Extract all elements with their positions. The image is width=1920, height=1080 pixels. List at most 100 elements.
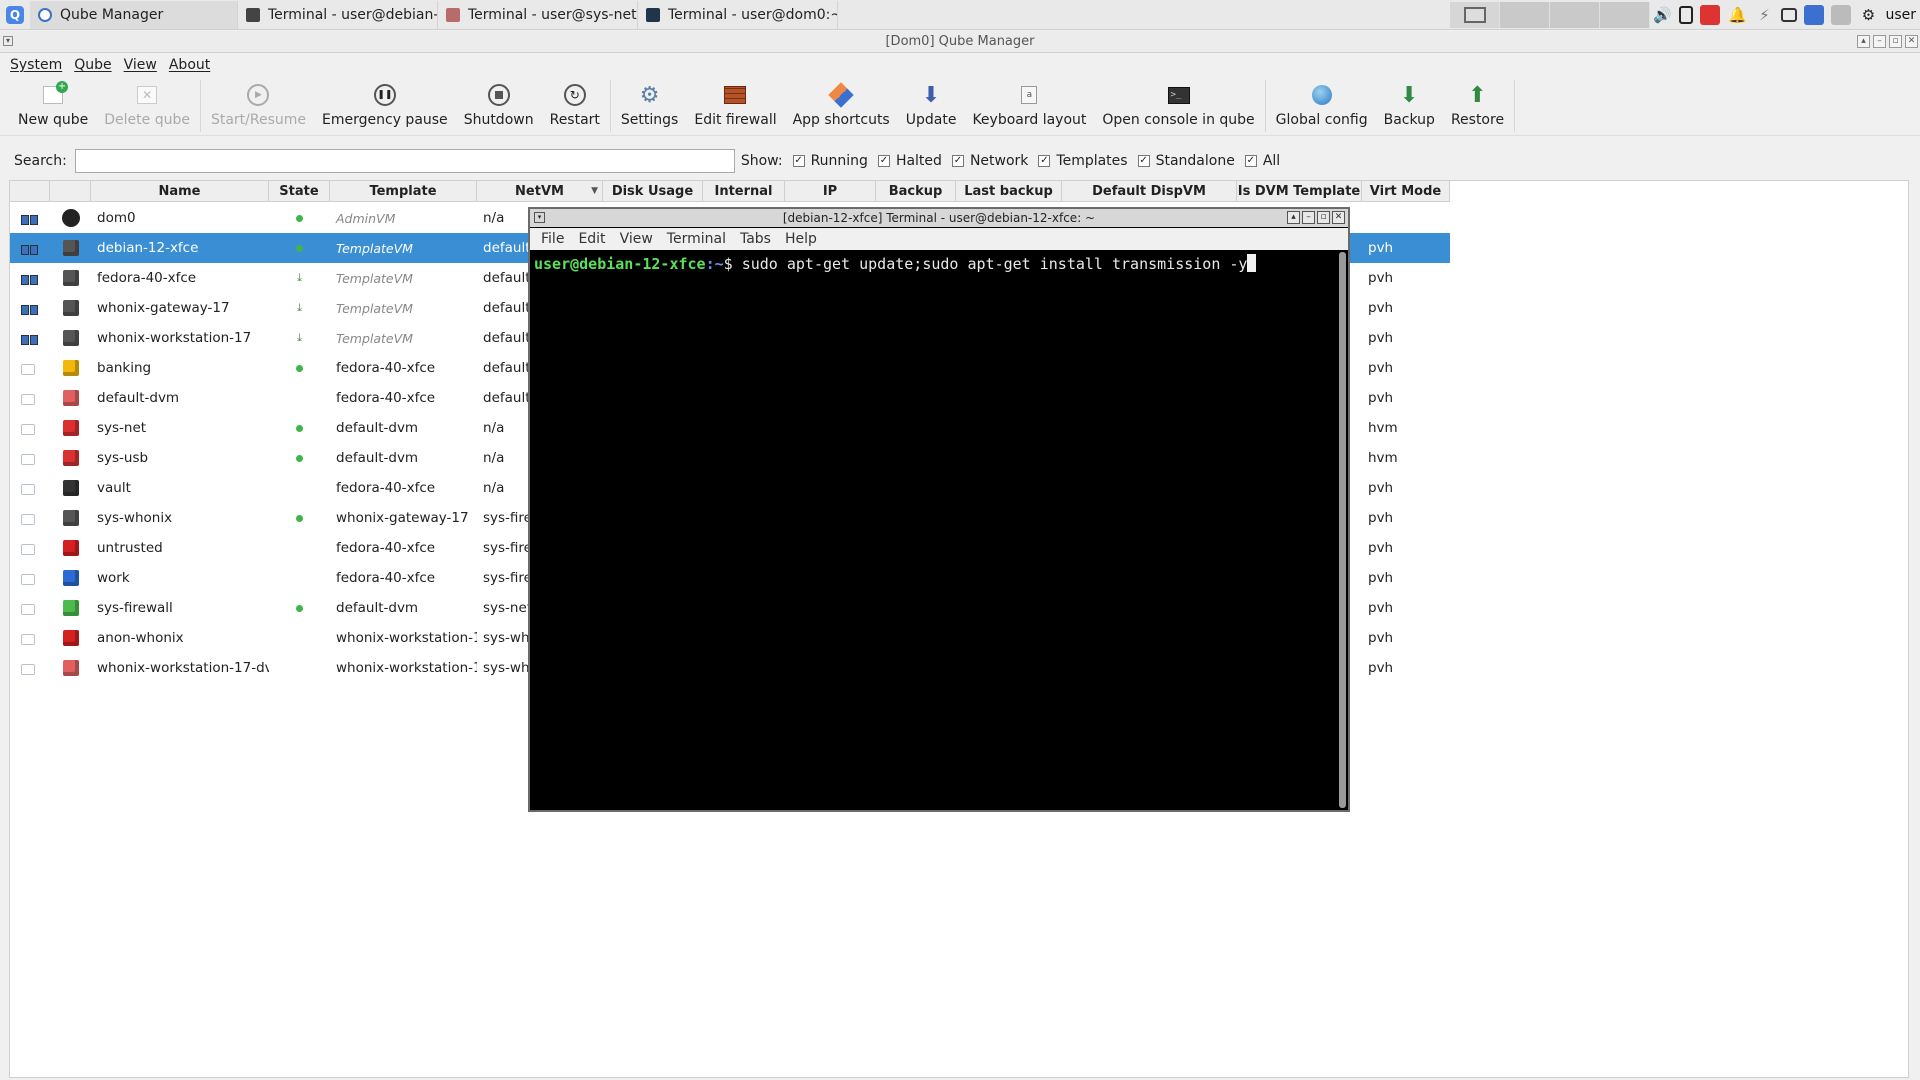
shade-button[interactable]: ▴ <box>1857 35 1870 48</box>
edit-firewall-button[interactable]: Edit firewall <box>686 78 784 134</box>
label-cell <box>50 293 91 323</box>
close-button[interactable]: ✕ <box>1905 35 1918 48</box>
column-header-netvm[interactable]: NetVM ▼ <box>477 181 603 202</box>
maximize-button[interactable]: ▫ <box>1317 211 1330 224</box>
sort-arrow-icon: ▼ <box>591 186 598 196</box>
menu-view[interactable]: View <box>118 57 163 73</box>
window-menu-button[interactable]: ▾ <box>534 212 545 223</box>
checkbox-checked: ✓ <box>1244 155 1257 167</box>
template-type-icon <box>21 331 39 345</box>
taskbar-item-qube-manager[interactable]: Qube Manager <box>30 0 238 29</box>
menu-system[interactable]: System <box>4 57 68 73</box>
terminal-window[interactable]: ▾ [debian-12-xfce] Terminal - user@debia… <box>528 207 1350 812</box>
taskbar-item-terminal-debian[interactable]: Terminal - user@debian-1... <box>238 0 438 29</box>
global-config-button[interactable]: Global config <box>1268 78 1376 134</box>
workspace-1[interactable] <box>1450 2 1500 28</box>
terminal-menu-terminal[interactable]: Terminal <box>660 231 733 247</box>
menu-qube[interactable]: Qube <box>68 57 117 73</box>
qubes-devices-icon[interactable] <box>1700 5 1721 25</box>
network-icon[interactable]: ⚡ <box>1754 5 1774 25</box>
delete-qube-button[interactable]: ✕ Delete qube <box>96 78 198 134</box>
updates-icon[interactable] <box>1831 5 1852 25</box>
battery-icon[interactable] <box>1679 6 1694 24</box>
menu-about[interactable]: About <box>163 57 216 73</box>
column-header-internal[interactable]: Internal <box>703 181 785 202</box>
column-header-disk-usage[interactable]: Disk Usage <box>603 181 703 202</box>
workspace-3[interactable] <box>1550 2 1600 28</box>
column-header-type[interactable] <box>10 181 50 202</box>
column-header-state[interactable]: State <box>269 181 330 202</box>
taskbar-item-terminal-sys-net[interactable]: Terminal - user@sys-net:~ <box>438 0 638 29</box>
emergency-pause-button[interactable]: ❚❚ Emergency pause <box>314 78 456 134</box>
minimize-button[interactable]: – <box>1873 35 1886 48</box>
column-header-backup[interactable]: Backup <box>876 181 956 202</box>
terminal-menu-file[interactable]: File <box>534 231 571 247</box>
terminal-menu-help[interactable]: Help <box>778 231 824 247</box>
workspace-4[interactable] <box>1600 2 1650 28</box>
notifications-icon[interactable]: 🔔 <box>1727 5 1747 25</box>
column-header-last-backup[interactable]: Last backup <box>956 181 1062 202</box>
qube-label-icon <box>62 660 79 676</box>
column-header-default-dispvm[interactable]: Default DispVM <box>1062 181 1237 202</box>
app-shortcuts-button[interactable]: App shortcuts <box>785 78 898 134</box>
qube-name: dom0 <box>97 210 136 226</box>
user-menu[interactable]: user <box>1885 7 1916 23</box>
taskbar-item-terminal-dom0[interactable]: Terminal - user@dom0:~/... <box>638 0 838 29</box>
backup-button[interactable]: ⬇ Backup <box>1376 78 1443 134</box>
terminal-scrollbar[interactable] <box>1339 252 1346 808</box>
label-cell <box>50 383 91 413</box>
shade-button[interactable]: ▴ <box>1287 211 1300 224</box>
qube-domains-icon[interactable] <box>1804 5 1825 25</box>
keyboard-layout-button[interactable]: a Keyboard layout <box>964 78 1094 134</box>
terminal-menu-tabs[interactable]: Tabs <box>733 231 778 247</box>
column-header-label[interactable] <box>50 181 91 202</box>
column-header-template[interactable]: Template <box>330 181 477 202</box>
virt-mode-cell: pvh <box>1368 360 1394 376</box>
volume-icon[interactable]: 🔊 <box>1652 5 1672 25</box>
new-qube-button[interactable]: + New qube <box>10 78 96 134</box>
running-indicator-icon <box>296 424 303 432</box>
workspace-2[interactable] <box>1500 2 1550 28</box>
appvm-type-icon <box>21 601 39 615</box>
appvm-type-icon <box>21 541 39 555</box>
filter-network-checkbox[interactable]: ✓ Network <box>951 153 1028 169</box>
maximize-button[interactable]: ▫ <box>1889 35 1902 48</box>
window-menu-button[interactable]: ▾ <box>3 36 13 46</box>
terminal-menu-view[interactable]: View <box>613 231 660 247</box>
start-menu-button[interactable]: Q <box>0 0 30 30</box>
filter-running-checkbox[interactable]: ✓ Running <box>792 153 868 169</box>
column-header-name[interactable]: Name <box>91 181 269 202</box>
update-button[interactable]: ⬇ Update <box>898 78 965 134</box>
qube-label-icon <box>62 540 79 556</box>
text-cursor <box>1247 254 1257 272</box>
search-input[interactable] <box>74 149 735 173</box>
start-resume-button[interactable]: ▶ Start/Resume <box>203 78 314 134</box>
terminal-output[interactable]: user@debian-12-xfce:~$ sudo apt-get upda… <box>530 250 1336 810</box>
settings-button[interactable]: ⚙ Settings <box>613 78 686 134</box>
filter-templates-checkbox[interactable]: ✓ Templates <box>1038 153 1128 169</box>
gear-icon[interactable]: ⚙ <box>1858 5 1878 25</box>
windows-icon[interactable] <box>1781 8 1798 22</box>
filter-all-checkbox[interactable]: ✓ All <box>1244 153 1280 169</box>
column-header-ip[interactable]: IP <box>785 181 876 202</box>
terminal-menu-edit[interactable]: Edit <box>571 231 612 247</box>
minimize-button[interactable]: – <box>1302 211 1315 224</box>
qube-name: debian-12-xfce <box>97 240 199 256</box>
virt-mode-cell: hvm <box>1368 450 1398 466</box>
virt-mode-cell: pvh <box>1368 510 1394 526</box>
column-header-is-dvm-template[interactable]: Is DVM Template <box>1237 181 1362 202</box>
filter-standalone-checkbox[interactable]: ✓ Standalone <box>1137 153 1235 169</box>
filter-halted-checkbox[interactable]: ✓ Halted <box>877 153 942 169</box>
restore-button[interactable]: ⬆ Restore <box>1443 78 1512 134</box>
column-header-virt-mode[interactable]: Virt Mode <box>1362 181 1450 202</box>
restart-icon: ↻ <box>562 82 588 108</box>
shutdown-button[interactable]: Shutdown <box>456 78 542 134</box>
template-cell: whonix-gateway-17 <box>336 510 469 526</box>
filter-label: Standalone <box>1155 153 1235 169</box>
label-cell <box>50 353 91 383</box>
close-button[interactable]: ✕ <box>1332 211 1345 224</box>
open-console-button[interactable]: >_ Open console in qube <box>1094 78 1262 134</box>
terminal-titlebar[interactable]: ▾ [debian-12-xfce] Terminal - user@debia… <box>530 209 1348 227</box>
virt-mode-cell: pvh <box>1368 270 1394 286</box>
restart-button[interactable]: ↻ Restart <box>542 78 608 134</box>
